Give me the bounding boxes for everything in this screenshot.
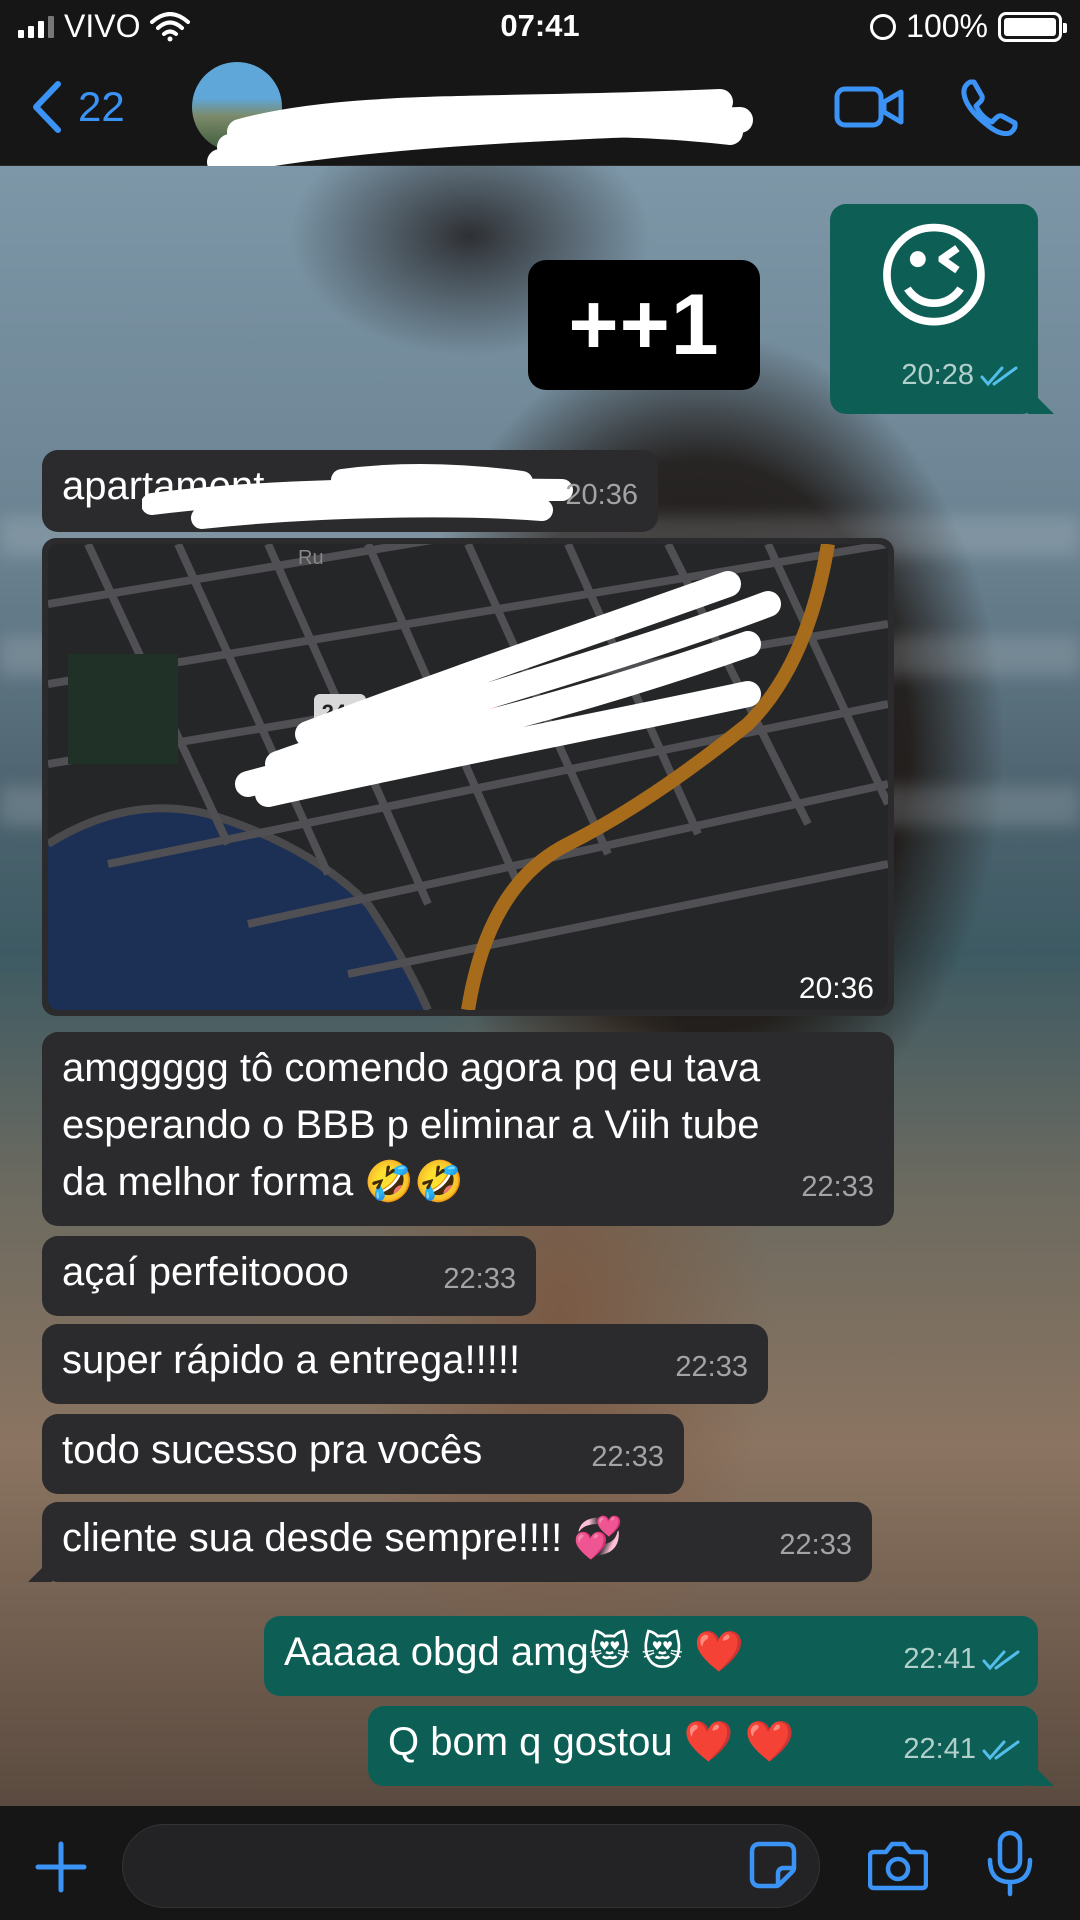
message-bubble-out[interactable]: Aaaaa obgd amg😻 😻 ❤️ 22:41 — [264, 1616, 1038, 1696]
message-text: Aaaaa obgd amg — [284, 1630, 589, 1674]
two-hearts-emoji: 💞 — [573, 1516, 624, 1560]
chat-screen: VIVO 07:41 100% 22 ++1 😉 20:28 apartamen… — [0, 0, 1080, 1920]
message-time: 22:33 — [779, 1529, 852, 1561]
redaction-scribble — [142, 463, 573, 529]
message-bubble-out[interactable]: Q bom q gostou ❤️ ❤️ 22:41 — [368, 1706, 1038, 1786]
heart-eyes-cat-emoji: 😻 😻 — [588, 1630, 684, 1674]
message-bubble-out[interactable]: 😉 20:28 — [830, 204, 1038, 414]
message-time: 20:36 — [565, 479, 638, 511]
message-text: Q bom q gostou — [388, 1720, 673, 1764]
message-text: super rápido a entrega!!!!! — [62, 1338, 521, 1382]
status-bar: VIVO 07:41 100% — [0, 0, 1080, 52]
message-time: 22:41 — [903, 1631, 1020, 1688]
message-text: cliente sua desde sempre!!!! — [62, 1516, 563, 1560]
message-time: 20:28 — [901, 347, 1018, 404]
status-right: 100% — [870, 8, 1067, 45]
unread-count: 22 — [78, 83, 125, 130]
message-line: esperando o BBB p eliminar a Viih tube — [62, 1103, 760, 1147]
map-image[interactable]: 248 Ru Ru — [48, 544, 888, 1010]
camera-icon[interactable] — [868, 1838, 928, 1892]
message-line: amggggg tô comendo agora pq eu tava — [62, 1046, 761, 1090]
message-list[interactable]: ++1 😉 20:28 apartament 20:36 248 Ru Ru 2… — [0, 166, 1080, 1806]
phone-call-button[interactable] — [960, 78, 1018, 136]
red-heart-emoji: ❤️ ❤️ — [683, 1720, 795, 1764]
sticker-plus-one[interactable]: ++1 — [528, 260, 760, 390]
message-time: 22:33 — [443, 1263, 516, 1295]
message-time: 22:41 — [903, 1721, 1020, 1778]
back-button[interactable]: 22 — [30, 80, 125, 134]
plus-icon[interactable] — [34, 1840, 88, 1894]
battery-icon — [998, 11, 1067, 42]
message-time: 22:33 — [591, 1441, 664, 1473]
message-bubble-in[interactable]: super rápido a entrega!!!!! 22:33 — [42, 1324, 768, 1404]
street-label: Ru — [298, 547, 324, 569]
sticker-icon[interactable] — [748, 1840, 798, 1890]
double-check-icon — [982, 1650, 1020, 1671]
message-bubble-in[interactable]: todo sucesso pra vocês 22:33 — [42, 1414, 684, 1494]
message-line: da melhor forma — [62, 1160, 354, 1204]
message-bubble-in[interactable]: açaí perfeitoooo 22:33 — [42, 1236, 536, 1316]
message-bubble-in[interactable]: apartament 20:36 — [42, 450, 658, 532]
double-check-icon — [980, 366, 1018, 387]
rolling-laughing-emoji: 🤣🤣 — [364, 1160, 464, 1204]
message-time: 22:33 — [801, 1171, 874, 1203]
message-input[interactable] — [122, 1824, 820, 1908]
chat-header: 22 — [0, 52, 1080, 175]
message-line-wrap: da melhor forma 🤣🤣 — [62, 1154, 874, 1211]
composer-bar — [0, 1806, 1080, 1920]
red-heart-emoji: ❤️ — [694, 1630, 745, 1674]
message-text-wrap: cliente sua desde sempre!!!! 💞 — [62, 1510, 852, 1567]
message-text: todo sucesso pra vocês — [62, 1428, 483, 1472]
message-bubble-in[interactable]: cliente sua desde sempre!!!! 💞 22:33 — [42, 1502, 872, 1582]
rotation-lock-icon — [870, 13, 897, 40]
message-bubble-in[interactable]: amggggg tô comendo agora pq eu tava espe… — [42, 1032, 894, 1226]
double-check-icon — [982, 1740, 1020, 1761]
microphone-icon[interactable] — [986, 1830, 1034, 1898]
message-time: 20:36 — [798, 972, 874, 1005]
battery-percent: 100% — [906, 8, 988, 44]
message-time: 22:33 — [675, 1351, 748, 1383]
message-emoji: 😉 — [873, 212, 995, 342]
location-map-message[interactable]: 248 Ru Ru 20:36 — [42, 538, 894, 1016]
chevron-left-icon — [33, 81, 61, 133]
video-call-button[interactable] — [834, 82, 904, 132]
